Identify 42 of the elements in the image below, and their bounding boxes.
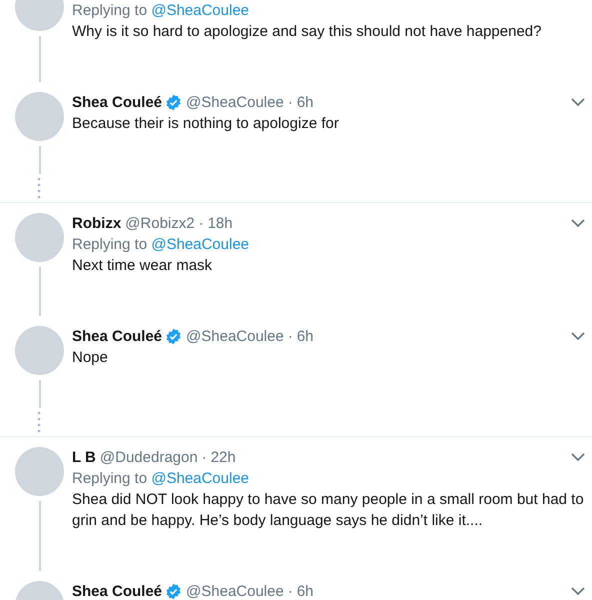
separator-dot: ·	[288, 93, 293, 113]
display-name[interactable]: Robizx	[72, 213, 122, 234]
tweet-text: Shea did NOT look happy to have so many people in a small room but had to grin and be happy. He’s body language says he didn’t like it....	[72, 490, 585, 531]
avatar[interactable]	[15, 92, 64, 141]
chevron-down-icon[interactable]	[571, 98, 585, 107]
user-handle[interactable]: @SheaCoulee	[186, 581, 284, 600]
avatar[interactable]	[15, 326, 64, 375]
display-name[interactable]: Shea Couleé	[72, 581, 162, 600]
timestamp[interactable]: 6h	[296, 326, 314, 347]
separator-dot: ·	[288, 327, 293, 347]
avatar[interactable]	[15, 213, 64, 262]
replying-label: Replying to	[72, 236, 148, 253]
timestamp[interactable]: 6h	[296, 581, 314, 600]
user-handle[interactable]: @Dudedragon	[100, 447, 198, 468]
separator-dot: ·	[202, 448, 207, 468]
mention-link[interactable]: @SheaCoulee	[151, 470, 250, 487]
replying-label: Replying to	[72, 2, 148, 19]
user-handle[interactable]: @Robizx2	[125, 213, 195, 234]
tweet-text: Nope	[72, 348, 109, 368]
more-replies-dots[interactable]	[37, 411, 41, 433]
chevron-down-icon[interactable]	[571, 587, 585, 596]
user-handle[interactable]: @SheaCoulee	[186, 326, 284, 347]
separator-dot: ·	[288, 582, 293, 600]
timestamp[interactable]: 18h	[208, 213, 233, 234]
mention-link[interactable]: @SheaCoulee	[151, 236, 250, 253]
display-name[interactable]: Shea Couleé	[72, 92, 162, 113]
replying-label: Replying to	[72, 470, 148, 487]
separator-dot: ·	[198, 214, 204, 234]
chevron-down-icon[interactable]	[571, 219, 585, 228]
timestamp[interactable]: 6h	[296, 92, 314, 113]
display-name[interactable]: L B	[72, 447, 96, 468]
chevron-down-icon[interactable]	[571, 453, 585, 462]
display-name[interactable]: Shea Couleé	[72, 326, 162, 347]
tweet-text: Next time wear mask	[72, 256, 214, 276]
more-replies-dots[interactable]	[37, 177, 41, 199]
avatar[interactable]	[15, 447, 64, 496]
tweet-text: Because their is nothing to apologize for	[72, 114, 340, 134]
mention-link[interactable]: @SheaCoulee	[151, 2, 250, 19]
tweet-text: Why is it so hard to apologize and say this should not have happened?	[72, 22, 542, 42]
timestamp[interactable]: 22h	[210, 447, 236, 468]
user-handle[interactable]: @SheaCoulee	[186, 92, 284, 113]
chevron-down-icon[interactable]	[571, 332, 585, 341]
